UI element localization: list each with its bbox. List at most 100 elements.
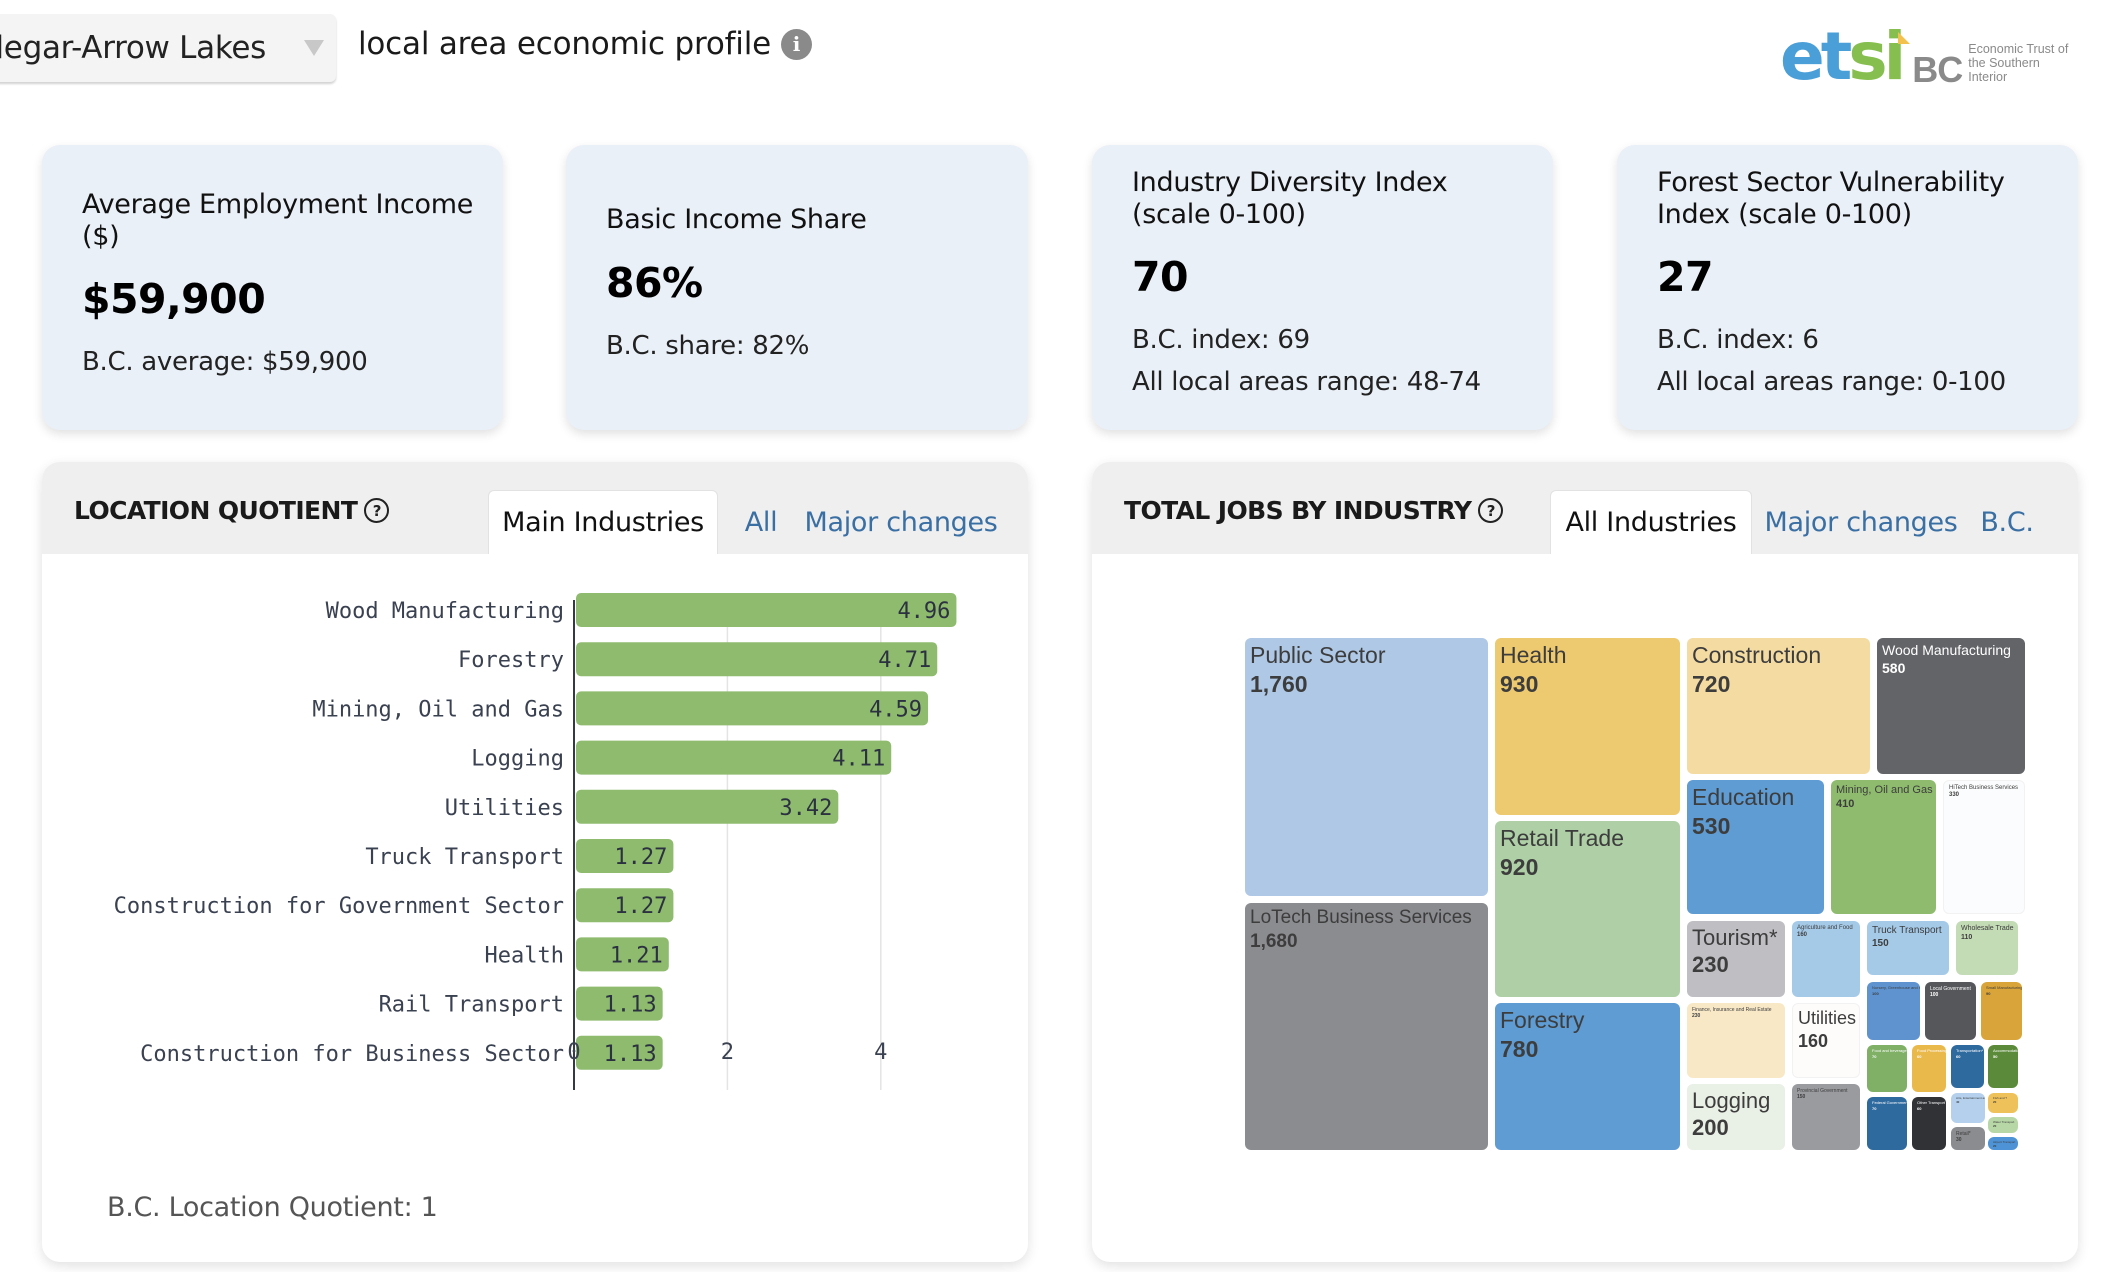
treemap-cell-name: Logging [1692,1088,1771,1113]
total-jobs-treemap: Public Sector 1,760 LoTech Business Servic… [1092,462,2078,1262]
treemap-cell-wholesale-trade[interactable]: Wholesale Trade 110 [1956,921,2018,975]
treemap-cell-mining-oil-and-gas[interactable]: Mining, Oil and Gas 410 [1831,780,1936,914]
treemap-cell-agriculture-and-food[interactable]: Agriculture and Food 160 [1792,921,1860,997]
tab-major-changes[interactable]: Major changes [1764,490,1957,554]
category-label: Health [485,943,564,968]
treemap-cell-retail-trade[interactable]: Retail Trade 920 [1495,821,1680,997]
category-label: Logging [471,747,564,772]
treemap-cell-name: Small Manufacturing [1986,985,2022,990]
treemap-cell-value: 60 [1917,1105,1922,1111]
treemap-cell-value: 230 [1692,952,1729,978]
treemap-cell-truck-transport[interactable]: Truck Transport 150 [1867,921,1949,975]
treemap-cell-value: 150 [1797,1094,1806,1100]
treemap-cell-value: 1,760 [1250,670,1308,697]
treemap-cell-food-processing[interactable]: Food Processing 60 [1912,1045,1946,1092]
page-title: local area economic profile i [358,26,812,62]
location-quotient-panel: LOCATION QUOTIENT ? Main Industries All … [42,462,1028,1262]
category-label: Forestry [458,648,564,673]
treemap-cell-provincial-government[interactable]: Provincial Government 150 [1792,1084,1860,1150]
treemap-cell-fish-and[interactable]: Fish and ? 20 [1988,1093,2018,1113]
treemap-cell-name: Wholesale Trade [1961,925,2014,932]
panel-title: TOTAL JOBS BY INDUSTRY ? [1124,496,1504,525]
tab-all[interactable]: All [732,490,790,554]
value-label: 1.13 [604,1042,657,1067]
treemap-cell-forestry[interactable]: Forestry 780 [1495,1003,1680,1150]
treemap-cell-value: 30 [1956,1137,1962,1143]
tab-all-industries[interactable]: All Industries [1550,490,1752,554]
treemap-cell-value: 150 [1872,938,1889,949]
treemap-cell-name: Education [1692,784,1795,810]
treemap-cell-value: 160 [1797,932,1808,939]
treemap-cell-retail[interactable]: Retail* 30 [1951,1127,1985,1150]
treemap-cell-accommodation[interactable]: Accommodation*50 [1988,1045,2018,1088]
card-comparison: B.C. average: $59,900 [82,347,368,377]
treemap-cell-name: Wood Manufacturing [1882,642,2011,658]
treemap-cell-value: 100 [1930,992,1939,998]
treemap-cell-health[interactable]: Health 930 [1495,638,1680,815]
treemap-cell-lotech-business-services[interactable]: LoTech Business Services 1,680 [1245,903,1488,1150]
value-label: 1.13 [604,993,657,1018]
treemap-cell-food-and-beverage[interactable]: Food and beverage* 70 [1867,1045,1907,1092]
treemap-cell-value: 920 [1500,853,1539,880]
treemap-cell-utilities[interactable]: Utilities 160 [1792,1003,1860,1078]
treemap-cell-hitech-business-services[interactable]: HiTech Business Services 330 [1943,780,2025,914]
x-tick-label: 0 [567,1040,580,1065]
treemap-cell-value: 200 [1692,1115,1729,1141]
treemap-cell-finance-insurance-and-real-estate[interactable]: Finance, Insurance and Real Estate 230 [1687,1003,1785,1078]
treemap-cell-value: 160 [1798,1030,1829,1051]
value-label: 1.27 [614,845,667,870]
treemap-cell-water-transport[interactable]: Water Transport 20 [1988,1117,2018,1133]
panel-header: TOTAL JOBS BY INDUSTRY ? All Industries … [1092,462,2078,554]
treemap-cell-federal-government[interactable]: Federal Government 70 [1867,1097,1907,1150]
category-label: Wood Manufacturing [326,599,564,624]
tab-major-changes[interactable]: Major changes [804,490,997,554]
treemap-cell-name: HiTech Business Services [1949,785,2019,791]
card-basic-income-share: Basic Income Share 86% B.C. share: 82% [566,145,1028,430]
card-industry-diversity-index: Industry Diversity Index (scale 0-100) 70… [1092,145,1553,430]
card-comparison: B.C. index: 6 [1657,325,1819,355]
treemap-cell-value: 780 [1500,1035,1539,1062]
x-tick-label: 4 [874,1040,887,1065]
treemap-cell-arts-entertainment-and-recreation[interactable]: Arts, Entertainment and Recreation40 [1951,1093,1985,1123]
treemap-cell-value: 40 [1956,1099,1960,1104]
region-dropdown-value: tlegar-Arrow Lakes [0,30,266,66]
category-label: Mining, Oil and Gas [312,697,564,722]
tab-bc[interactable]: B.C. [1972,490,2042,554]
help-icon[interactable]: ? [364,498,390,523]
treemap-cell-education[interactable]: Education 530 [1687,780,1824,914]
logo-bc: BC [1912,49,1963,90]
treemap-cell-value: 230 [1692,1013,1701,1019]
logo-etsi-wordmark: etsi [1780,24,1911,90]
value-label: 4.96 [897,599,950,624]
treemap-cell-public-sector[interactable]: Public Sector 1,760 [1245,638,1488,896]
treemap-cell-airport-transport[interactable]: Airport Transport 20 [1988,1137,2018,1150]
treemap-cell-value: 50 [1993,1053,1998,1059]
treemap-cell-name: Arts, Entertainment and Recreation [1956,1096,1985,1100]
help-icon[interactable]: ? [1478,498,1504,523]
treemap-cell-nursery-greenhouse-and-horticulture[interactable]: Nursery, Greenhouse and Horticulture100 [1867,982,1920,1040]
region-dropdown[interactable]: tlegar-Arrow Lakes [0,14,336,82]
tab-main-industries[interactable]: Main Industries [488,490,718,554]
treemap-cell-value: 330 [1949,792,1960,799]
treemap-cell-logging[interactable]: Logging 200 [1687,1084,1785,1150]
card-label: Average Employment Income ($) [82,189,474,252]
treemap-cell-small-manufacturing[interactable]: Small Manufacturing 90 [1981,982,2022,1040]
treemap-cell-other-transport[interactable]: Other Transport 60 [1912,1097,1946,1150]
card-range: All local areas range: 48-74 [1132,367,1481,397]
treemap-cell-value: 580 [1882,659,1906,676]
treemap-cell-name: Mining, Oil and Gas [1836,784,1933,796]
treemap-cell-construction[interactable]: Construction 720 [1687,638,1870,774]
treemap-cell-transportation[interactable]: Transportation* 60 [1951,1045,1984,1088]
info-icon[interactable]: i [781,28,812,60]
treemap-cell-wood-manufacturing[interactable]: Wood Manufacturing 580 [1877,638,2025,774]
x-tick-label: 2 [721,1040,734,1065]
category-label: Utilities [445,796,564,821]
value-label: 4.11 [832,747,885,772]
treemap-cell-tourism[interactable]: Tourism* 230 [1687,921,1785,997]
treemap-cell-value: 530 [1692,812,1731,839]
chevron-down-icon[interactable] [304,40,324,56]
page-title-text: local area economic profile [358,26,771,62]
treemap-cell-name: Tourism* [1692,925,1778,950]
treemap-cell-local-government[interactable]: Local Government 100 [1925,982,1976,1040]
card-label: Basic Income Share [606,204,867,235]
